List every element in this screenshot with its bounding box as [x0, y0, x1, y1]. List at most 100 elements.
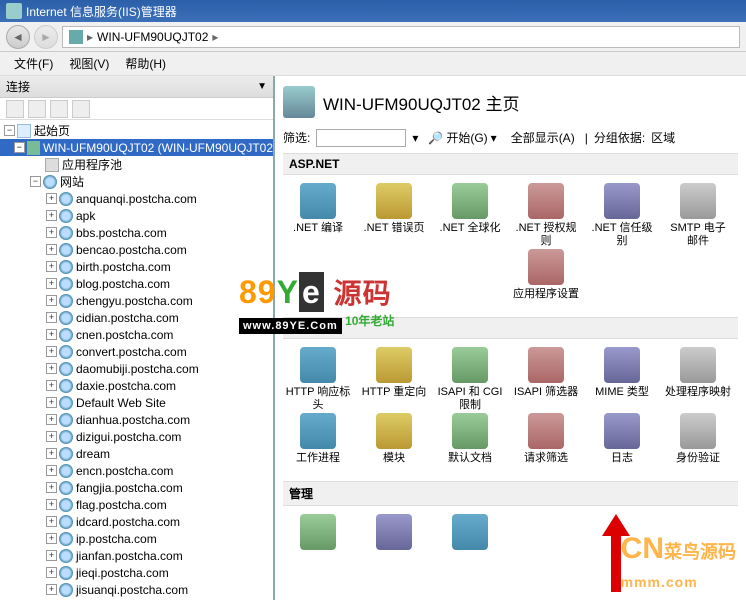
tool-stop-icon[interactable]: [72, 100, 90, 118]
page-icon: [17, 124, 31, 138]
back-button[interactable]: ◄: [6, 25, 30, 49]
feature-label: 处理程序映射: [665, 386, 731, 399]
tool-up-icon[interactable]: [50, 100, 68, 118]
tree-site-item[interactable]: +flag.postcha.com: [0, 496, 273, 513]
tree-site-item[interactable]: +convert.postcha.com: [0, 343, 273, 360]
feature-label: 日志: [611, 452, 633, 465]
tree-site-item[interactable]: +encn.postcha.com: [0, 462, 273, 479]
menu-file[interactable]: 文件(F): [8, 53, 59, 74]
feature-item[interactable]: 应用程序设置: [513, 249, 579, 301]
tree-site-item[interactable]: +birth.postcha.com: [0, 258, 273, 275]
menu-help[interactable]: 帮助(H): [119, 53, 172, 74]
feature-item[interactable]: 日志: [589, 413, 655, 465]
tree-site-item[interactable]: +chengyu.postcha.com: [0, 292, 273, 309]
tree-site-item[interactable]: +cnen.postcha.com: [0, 326, 273, 343]
iis-features: HTTP 响应标头HTTP 重定向ISAPI 和 CGI 限制 ISAPI 筛选器…: [283, 339, 738, 481]
feature-item[interactable]: [285, 514, 351, 553]
globe-icon: [59, 226, 73, 240]
feature-icon: [528, 413, 564, 449]
feature-icon: [528, 347, 564, 383]
group-by-label: 分组依据:: [594, 129, 645, 146]
feature-label: .NET 全球化: [440, 222, 501, 235]
feature-item[interactable]: 默认文档: [437, 413, 503, 465]
tree-site-item[interactable]: +ip.postcha.com: [0, 530, 273, 547]
tree-site-item[interactable]: +idcard.postcha.com: [0, 513, 273, 530]
globe-icon: [59, 294, 73, 308]
feature-item[interactable]: .NET 编译: [285, 183, 351, 247]
tree-site-item[interactable]: +daomubiji.postcha.com: [0, 360, 273, 377]
filter-label: 筛选:: [283, 129, 310, 146]
feature-item[interactable]: 请求筛选: [513, 413, 579, 465]
feature-item[interactable]: 模块: [361, 413, 427, 465]
tree-site-item[interactable]: +jisuanqi.postcha.com: [0, 581, 273, 598]
connections-header: 连接 ▼: [0, 76, 273, 98]
feature-label: 应用程序设置: [513, 288, 579, 301]
feature-icon: [300, 413, 336, 449]
filter-input[interactable]: [316, 129, 406, 147]
breadcrumb[interactable]: ▸ WIN-UFM90UQJT02 ▸: [62, 26, 740, 48]
feature-item[interactable]: ISAPI 筛选器: [513, 347, 579, 411]
go-button[interactable]: 🔎 开始(G) ▾: [424, 128, 500, 147]
menu-view[interactable]: 视图(V): [63, 53, 115, 74]
globe-icon: [59, 430, 73, 444]
tree-sites[interactable]: − 网站: [0, 173, 273, 190]
feature-item[interactable]: HTTP 响应标头: [285, 347, 351, 411]
tree-site-item[interactable]: +apk: [0, 207, 273, 224]
feature-item[interactable]: [361, 514, 427, 553]
feature-item[interactable]: .NET 全球化: [437, 183, 503, 247]
filter-bar: 筛选: ▾ 🔎 开始(G) ▾ 全部显示(A) | 分组依据: 区域: [283, 128, 738, 147]
tree-app-pools[interactable]: 应用程序池: [0, 156, 273, 173]
feature-item[interactable]: HTTP 重定向: [361, 347, 427, 411]
tree-site-item[interactable]: +dianhua.postcha.com: [0, 411, 273, 428]
feature-item[interactable]: .NET 授权规则: [513, 183, 579, 247]
tree-site-item[interactable]: +dizigui.postcha.com: [0, 428, 273, 445]
feature-label: 身份验证: [676, 452, 720, 465]
tree-site-item[interactable]: +bbs.postcha.com: [0, 224, 273, 241]
forward-button[interactable]: ►: [34, 25, 58, 49]
feature-item[interactable]: ISAPI 和 CGI 限制: [437, 347, 503, 411]
breadcrumb-server[interactable]: WIN-UFM90UQJT02: [97, 30, 208, 44]
tool-connect-icon[interactable]: [6, 100, 24, 118]
feature-item[interactable]: SMTP 电子邮件: [665, 183, 731, 247]
feature-icon: [680, 413, 716, 449]
feature-label: SMTP 电子邮件: [665, 222, 731, 247]
feature-item[interactable]: [437, 514, 503, 553]
tree-site-item[interactable]: +daxie.postcha.com: [0, 377, 273, 394]
feature-item[interactable]: 处理程序映射: [665, 347, 731, 411]
mgmt-features: [283, 506, 738, 593]
feature-item[interactable]: MIME 类型: [589, 347, 655, 411]
globe-icon: [59, 464, 73, 478]
globe-icon: [59, 413, 73, 427]
content-pane: WIN-UFM90UQJT02 主页 筛选: ▾ 🔎 开始(G) ▾ 全部显示(…: [275, 76, 746, 600]
tree-start-page[interactable]: − 起始页: [0, 122, 273, 139]
feature-item[interactable]: .NET 信任级别: [589, 183, 655, 247]
connections-tree[interactable]: − 起始页 − WIN-UFM90UQJT02 (WIN-UFM90UQJT02…: [0, 120, 273, 600]
server-icon: [69, 30, 83, 44]
section-management: 管理: [283, 481, 738, 506]
globe-icon: [59, 311, 73, 325]
tree-site-item[interactable]: +Default Web Site: [0, 394, 273, 411]
feature-label: 请求筛选: [524, 452, 568, 465]
feature-label: .NET 授权规则: [513, 222, 579, 247]
tree-site-item[interactable]: +anquanqi.postcha.com: [0, 190, 273, 207]
tree-site-item[interactable]: +cidian.postcha.com: [0, 309, 273, 326]
globe-icon: [59, 362, 73, 376]
globe-icon: [59, 396, 73, 410]
feature-item[interactable]: 身份验证: [665, 413, 731, 465]
tree-site-item[interactable]: +bencao.postcha.com: [0, 241, 273, 258]
tree-site-item[interactable]: +jianfan.postcha.com: [0, 547, 273, 564]
feature-label: .NET 编译: [293, 222, 343, 235]
feature-label: ISAPI 筛选器: [514, 386, 578, 399]
server-icon: [27, 141, 40, 155]
tree-server-node[interactable]: − WIN-UFM90UQJT02 (WIN-UFM90UQJT02: [0, 139, 273, 156]
tree-site-item[interactable]: +fangjia.postcha.com: [0, 479, 273, 496]
tree-site-item[interactable]: +blog.postcha.com: [0, 275, 273, 292]
show-all-button[interactable]: 全部显示(A): [507, 128, 579, 147]
feature-icon: [376, 347, 412, 383]
group-by-value[interactable]: 区域: [651, 129, 675, 146]
feature-item[interactable]: 工作进程: [285, 413, 351, 465]
feature-item[interactable]: .NET 错误页: [361, 183, 427, 247]
tree-site-item[interactable]: +jieqi.postcha.com: [0, 564, 273, 581]
tree-site-item[interactable]: +dream: [0, 445, 273, 462]
tool-save-icon[interactable]: [28, 100, 46, 118]
